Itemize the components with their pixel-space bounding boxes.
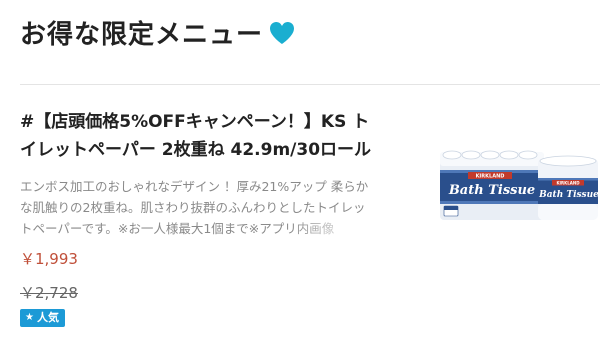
popular-badge: ★ 人気 [20,309,65,327]
star-icon: ★ [25,312,34,323]
original-price: ￥2,728 [20,284,78,302]
sale-price: ￥1,993 [20,250,78,268]
toilet-paper-package-icon[interactable]: KIRKLAND Bath Tissue KIRKLAND Bath Tissu… [438,142,600,224]
section-header: お得な限定メニュー [20,14,295,51]
description-fade [290,218,380,240]
section-title: お得な限定メニュー [20,20,264,50]
svg-text:Bath Tissue: Bath Tissue [448,183,535,198]
product-title[interactable]: #【店頭価格5%OFFキャンペーン！】KS トイレットペーパー 2枚重ね 42.… [20,108,378,164]
product-menu-page: お得な限定メニュー #【店頭価格5%OFFキャンペーン！】KS トイレットペーパ… [0,0,600,337]
svg-text:KIRKLAND: KIRKLAND [556,180,580,185]
badge-label: 人気 [36,311,59,324]
svg-text:KIRKLAND: KIRKLAND [476,174,505,180]
heart-icon [270,21,295,44]
section-divider [20,84,600,85]
product-card[interactable]: #【店頭価格5%OFFキャンペーン！】KS トイレットペーパー 2枚重ね 42.… [20,108,600,337]
svg-text:Bath Tissue: Bath Tissue [538,190,599,200]
